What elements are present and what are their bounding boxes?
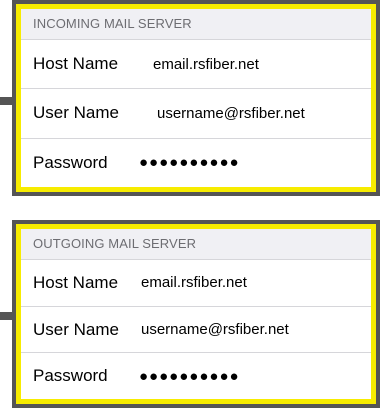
outgoing-user-field[interactable]: username@rsfiber.net — [141, 321, 289, 338]
outgoing-password-field[interactable]: ●●●●●●●●●● — [139, 368, 240, 385]
outgoing-user-row[interactable]: User Name username@rsfiber.net — [21, 307, 371, 354]
outgoing-server-highlight: OUTGOING MAIL SERVER Host Name email.rsf… — [16, 224, 376, 404]
outgoing-user-label: User Name — [33, 319, 119, 339]
outgoing-server-panel: OUTGOING MAIL SERVER Host Name email.rsf… — [12, 220, 380, 408]
outgoing-password-label: Password — [33, 366, 108, 386]
outgoing-password-row[interactable]: Password ●●●●●●●●●● — [21, 353, 371, 399]
incoming-section-header: INCOMING MAIL SERVER — [21, 9, 371, 40]
incoming-password-row[interactable]: Password ●●●●●●●●●● — [21, 139, 371, 187]
outgoing-host-label: Host Name — [33, 272, 119, 292]
outgoing-host-row[interactable]: Host Name email.rsfiber.net — [21, 260, 371, 307]
incoming-password-field[interactable]: ●●●●●●●●●● — [139, 154, 240, 171]
incoming-host-field[interactable]: email.rsfiber.net — [153, 56, 259, 73]
outgoing-section-header: OUTGOING MAIL SERVER — [21, 229, 371, 260]
outgoing-host-field[interactable]: email.rsfiber.net — [141, 274, 247, 291]
incoming-host-row[interactable]: Host Name email.rsfiber.net — [21, 40, 371, 90]
incoming-server-panel: INCOMING MAIL SERVER Host Name email.rsf… — [12, 0, 380, 196]
incoming-user-row[interactable]: User Name username@rsfiber.net — [21, 89, 371, 139]
incoming-password-label: Password — [33, 152, 108, 172]
incoming-user-field[interactable]: username@rsfiber.net — [157, 105, 305, 122]
incoming-host-label: Host Name — [33, 54, 119, 74]
incoming-server-highlight: INCOMING MAIL SERVER Host Name email.rsf… — [16, 4, 376, 192]
incoming-user-label: User Name — [33, 103, 119, 123]
